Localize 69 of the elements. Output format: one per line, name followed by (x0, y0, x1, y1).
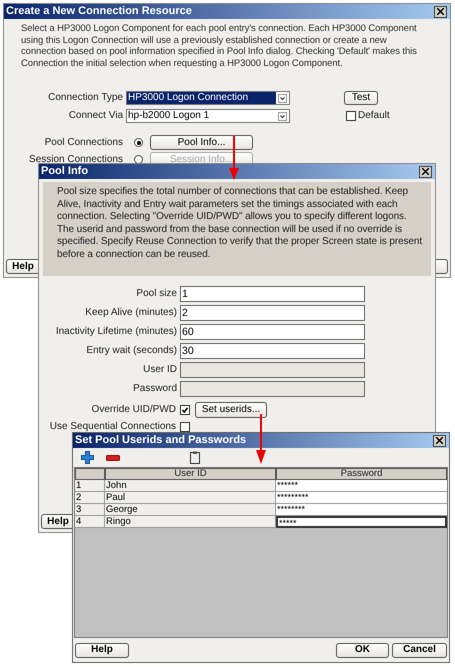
window-title: Create a New Connection Resource (6, 5, 192, 18)
table-cell[interactable]: ****** (276, 480, 447, 492)
dropdown[interactable]: hp-b2000 Logon 1 (126, 109, 290, 123)
table-cell[interactable]: Ringo (105, 516, 276, 528)
check-icon (182, 407, 188, 413)
column-header[interactable]: Password (276, 468, 447, 480)
table-cell[interactable]: George (105, 504, 276, 516)
annotation-arrow (256, 414, 266, 464)
radio-label: Session Connections (28, 154, 124, 166)
table-cell[interactable]: John (105, 480, 276, 492)
checkbox[interactable] (180, 422, 190, 432)
description-text: Select a HP3000 Logon Component for each pool entry's connection. Each HP3000 Component using this Logon Connection will use a previously established connection or create a new connection based on pool information specified in Pool Info dialog. Checking 'Default' makes this Connection the initial selection when requesting a HP3000 Logon Component. (20, 22, 418, 69)
table-cell[interactable]: ***** (276, 516, 447, 528)
field-label: Connection Type (47, 92, 124, 104)
ok-button[interactable]: OK (336, 642, 389, 658)
row-number-cell: 1 (75, 480, 105, 492)
checkbox-label: Default (358, 110, 390, 122)
close-icon (422, 168, 429, 175)
description-text: Pool size specifies the total number of connections that can be established. Keep Alive, Inactivity and Entry wait parameters set the timings associated with each connection. Selecting "Override UID/PWD" allows you to specify different logons. The userid and password from the base connection will be used if no override is specified. Specify Reuse Connection to verify that the proper Screen state is present before a connection can be reused. (57, 186, 423, 262)
cancel-button[interactable]: Cancel (392, 642, 447, 658)
table-cell[interactable]: ******** (276, 504, 447, 516)
field-label: Inactivity Lifetime (minutes) (54, 326, 178, 338)
input-field[interactable]: 2 (180, 305, 365, 321)
checkbox[interactable] (180, 405, 190, 415)
radio-button[interactable] (134, 138, 143, 147)
window-title: Set Pool Userids and Passwords (75, 434, 246, 447)
row-number-cell: 4 (75, 516, 105, 528)
checkbox[interactable] (346, 111, 356, 121)
dropdown-value: HP3000 Logon Connection (127, 92, 276, 104)
close-button[interactable] (433, 434, 446, 446)
field-label: Password (132, 383, 178, 395)
table-cell[interactable]: ********* (276, 492, 447, 504)
field-label: User ID (142, 364, 178, 376)
caret-icon (278, 94, 287, 102)
close-icon (436, 437, 443, 444)
column-header[interactable]: User ID (105, 468, 276, 480)
close-button[interactable] (419, 166, 432, 178)
set-userids-button[interactable]: Set userids... (195, 402, 267, 418)
input-field[interactable]: 60 (180, 324, 365, 340)
column-header (75, 468, 105, 480)
checkbox-label: Use Sequential Connections (48, 421, 177, 433)
add-button[interactable] (81, 451, 94, 464)
dropdown-value: hp-b2000 Logon 1 (127, 110, 210, 122)
remove-button[interactable] (106, 454, 120, 460)
window-title: Pool Info (41, 165, 88, 178)
field-label: Pool size (135, 288, 178, 300)
close-icon (437, 8, 444, 15)
close-button[interactable] (434, 6, 447, 18)
radio-label: Pool Connections (44, 136, 124, 148)
help-button[interactable]: Help (75, 642, 129, 658)
input-field[interactable]: 1 (180, 286, 365, 302)
clipboard-icon (190, 451, 200, 464)
field-label: Connect Via (68, 110, 124, 122)
help-button[interactable]: Help (6, 259, 40, 274)
dropdown[interactable]: HP3000 Logon Connection (126, 91, 290, 105)
row-number-cell: 2 (75, 492, 105, 504)
test-button[interactable]: Test (344, 91, 378, 105)
caret-icon (278, 112, 287, 120)
row-number-cell: 3 (75, 504, 105, 516)
field-label: Keep Alive (minutes) (84, 307, 178, 319)
info-button[interactable]: Pool Info... (150, 135, 253, 150)
paste-button[interactable] (190, 451, 200, 464)
field-label: Entry wait (seconds) (85, 345, 178, 357)
input-field[interactable]: 30 (180, 343, 365, 359)
help-button[interactable]: Help (41, 514, 75, 529)
plus-icon (81, 451, 94, 464)
checkbox-label: Override UID/PWD (90, 404, 177, 416)
table-cell[interactable]: Paul (105, 492, 276, 504)
minus-icon (106, 454, 120, 460)
